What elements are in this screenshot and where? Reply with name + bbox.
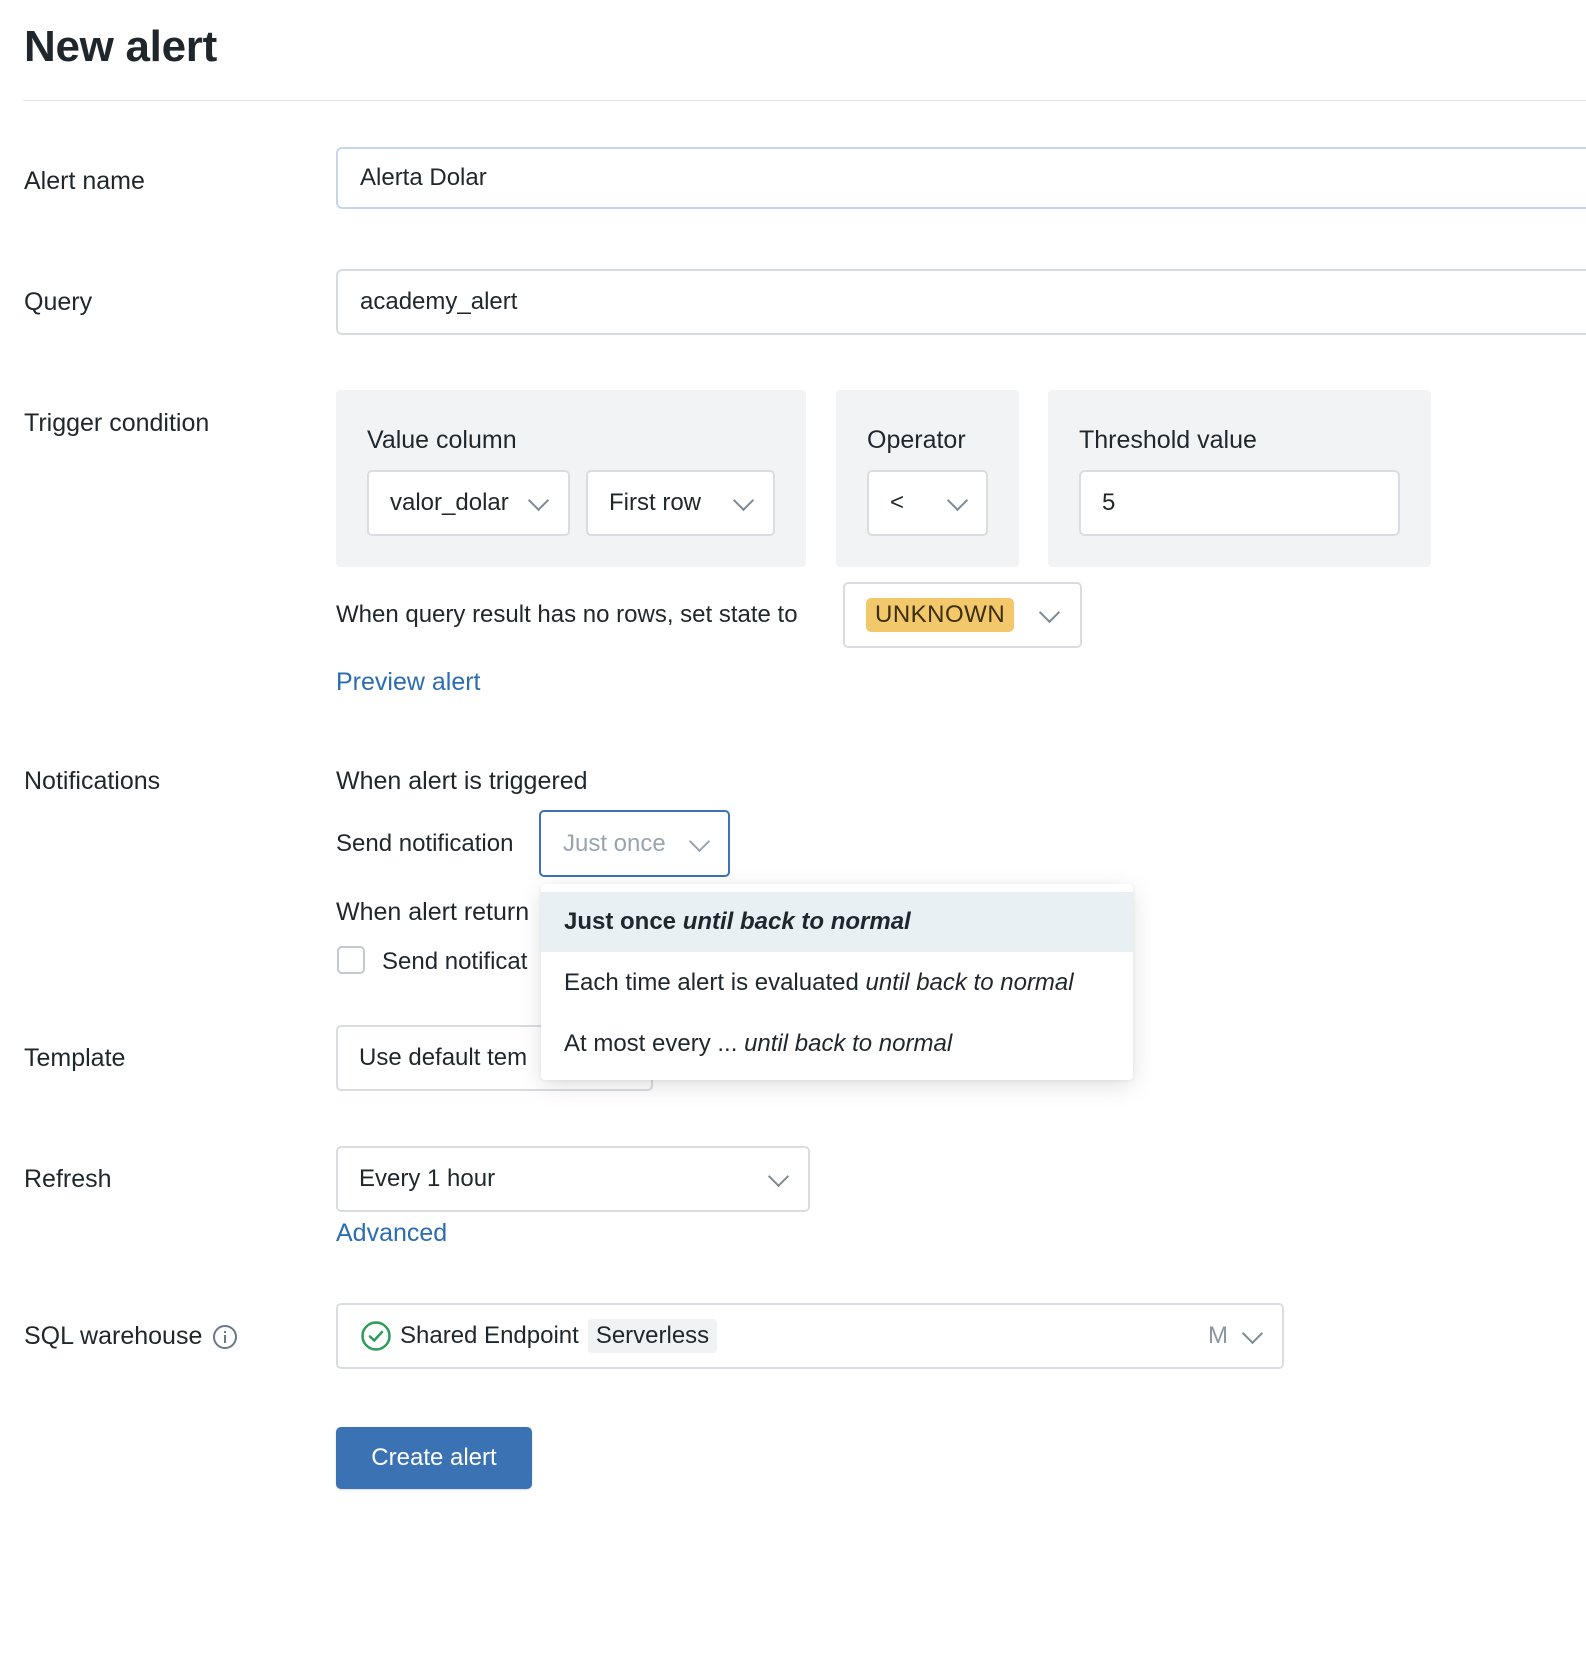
returns-heading: When alert return <box>336 898 530 926</box>
refresh-label: Refresh <box>24 1165 112 1193</box>
row-selector-select[interactable]: First row <box>586 470 775 536</box>
send-notification-label: Send notification <box>336 830 514 857</box>
no-rows-state-select[interactable]: UNKNOWN <box>843 582 1082 648</box>
returns-notification-label: Send notificat <box>382 948 528 975</box>
dropdown-option-each-time[interactable]: Each time alert is evaluated until back … <box>541 953 1133 1013</box>
send-notification-dropdown: Just once until back to normal Each time… <box>541 884 1133 1080</box>
value-column-select[interactable]: valor_dolar <box>367 470 570 536</box>
triggered-heading: When alert is triggered <box>336 767 588 795</box>
no-rows-text: When query result has no rows, set state… <box>336 601 798 628</box>
chevron-down-icon <box>732 489 755 512</box>
dropdown-option-just-once[interactable]: Just once until back to normal <box>541 892 1133 952</box>
query-value: academy_alert <box>360 288 518 315</box>
threshold-input[interactable]: 5 <box>1079 470 1400 536</box>
alert-name-input[interactable]: Alerta Dolar <box>336 147 1586 209</box>
dropdown-option-at-most-every[interactable]: At most every ... until back to normal <box>541 1014 1133 1074</box>
query-input[interactable]: academy_alert <box>336 269 1586 335</box>
advanced-link[interactable]: Advanced <box>336 1219 447 1248</box>
option-suffix: until back to normal <box>865 969 1074 996</box>
sql-warehouse-label-row: SQL warehouse <box>24 1322 238 1351</box>
option-prefix: Just once <box>564 908 677 935</box>
option-prefix: Each time alert is evaluated <box>564 969 859 996</box>
alert-name-label: Alert name <box>24 167 145 195</box>
state-badge: UNKNOWN <box>866 598 1015 632</box>
option-prefix: At most every ... <box>564 1030 738 1057</box>
value-column-title: Value column <box>367 426 517 454</box>
query-label: Query <box>24 288 93 316</box>
refresh-value: Every 1 hour <box>359 1165 496 1192</box>
operator-value: < <box>890 489 905 516</box>
info-icon[interactable] <box>212 1324 238 1350</box>
template-label: Template <box>24 1044 126 1072</box>
threshold-value: 5 <box>1102 489 1116 516</box>
trigger-condition-label: Trigger condition <box>24 409 210 437</box>
check-circle-icon <box>361 1321 391 1351</box>
chevron-down-icon <box>688 830 711 853</box>
notifications-label: Notifications <box>24 767 161 795</box>
header-divider <box>23 100 1586 101</box>
operator-panel: Operator < <box>836 390 1019 567</box>
sql-warehouse-select[interactable]: Shared Endpoint Serverless M <box>336 1303 1284 1369</box>
chevron-down-icon <box>1241 1322 1264 1345</box>
preview-alert-link[interactable]: Preview alert <box>336 668 481 697</box>
warehouse-type-tag: Serverless <box>587 1319 718 1353</box>
threshold-title: Threshold value <box>1079 426 1257 454</box>
operator-title: Operator <box>867 426 966 454</box>
option-suffix: until back to normal <box>744 1030 953 1057</box>
returns-notification-checkbox[interactable] <box>337 946 365 974</box>
threshold-panel: Threshold value 5 <box>1048 390 1431 567</box>
option-suffix: until back to normal <box>682 908 911 935</box>
chevron-down-icon <box>527 489 550 512</box>
value-column-panel: Value column valor_dolar First row <box>336 390 806 567</box>
sql-warehouse-label: SQL warehouse <box>24 1322 203 1350</box>
alert-name-value: Alerta Dolar <box>360 164 487 191</box>
page-title: New alert <box>24 22 217 71</box>
chevron-down-icon <box>767 1165 790 1188</box>
warehouse-size: M <box>1208 1322 1228 1349</box>
send-notification-select[interactable]: Just once <box>539 810 730 877</box>
refresh-select[interactable]: Every 1 hour <box>336 1146 810 1212</box>
value-column-value: valor_dolar <box>390 489 509 516</box>
chevron-down-icon <box>946 489 969 512</box>
row-selector-value: First row <box>609 489 701 516</box>
create-alert-button[interactable]: Create alert <box>336 1427 532 1489</box>
operator-select[interactable]: < <box>867 470 988 536</box>
chevron-down-icon <box>1038 601 1061 624</box>
template-value: Use default tem <box>359 1044 528 1071</box>
send-notification-value: Just once <box>563 829 666 857</box>
warehouse-name: Shared Endpoint <box>400 1322 579 1349</box>
